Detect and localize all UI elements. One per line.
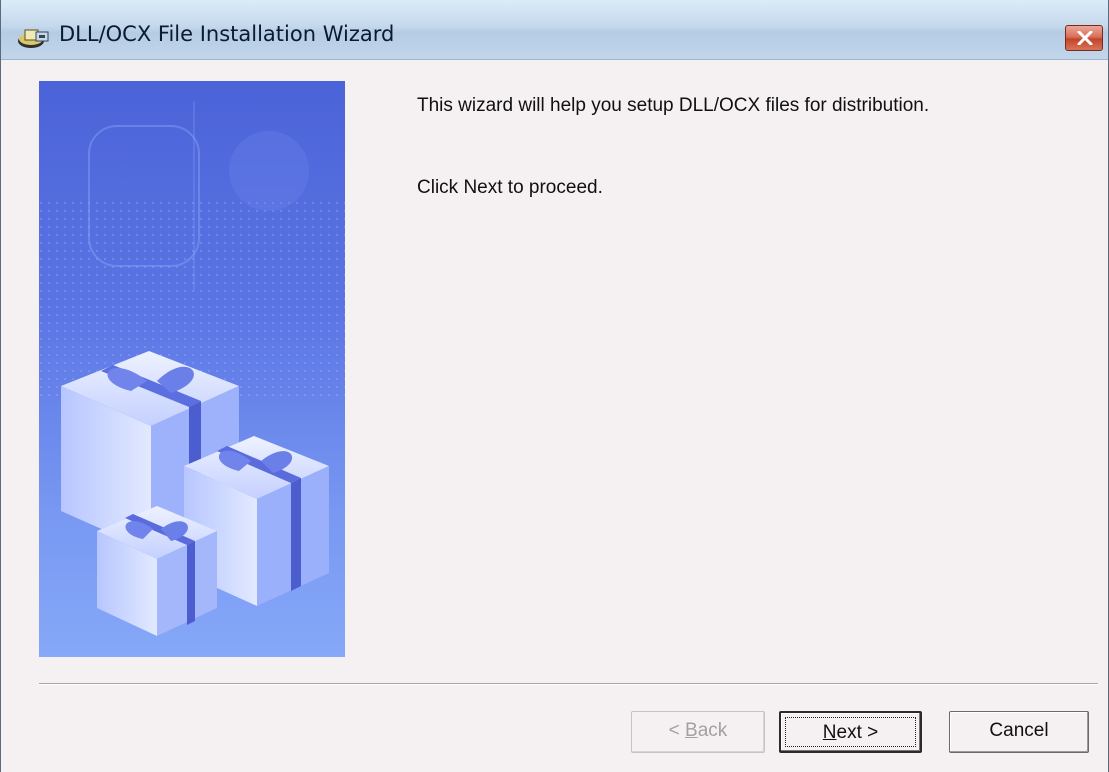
close-button[interactable]	[1065, 25, 1103, 51]
window-title: DLL/OCX File Installation Wizard	[59, 22, 395, 46]
gift-boxes-illustration	[39, 81, 345, 657]
footer-separator	[39, 683, 1098, 685]
title-bar[interactable]: DLL/OCX File Installation Wizard	[1, 0, 1108, 60]
focus-ring: Next >	[785, 717, 916, 747]
back-button[interactable]: < Back	[631, 711, 765, 753]
next-button[interactable]: Next >	[779, 711, 922, 753]
intro-text: This wizard will help you setup DLL/OCX …	[417, 95, 930, 116]
setup-package-icon	[17, 26, 51, 50]
instruction-text: Click Next to proceed.	[417, 177, 603, 198]
cancel-button[interactable]: Cancel	[949, 711, 1089, 753]
wizard-window: DLL/OCX File Installation Wizard This wi…	[0, 0, 1109, 772]
